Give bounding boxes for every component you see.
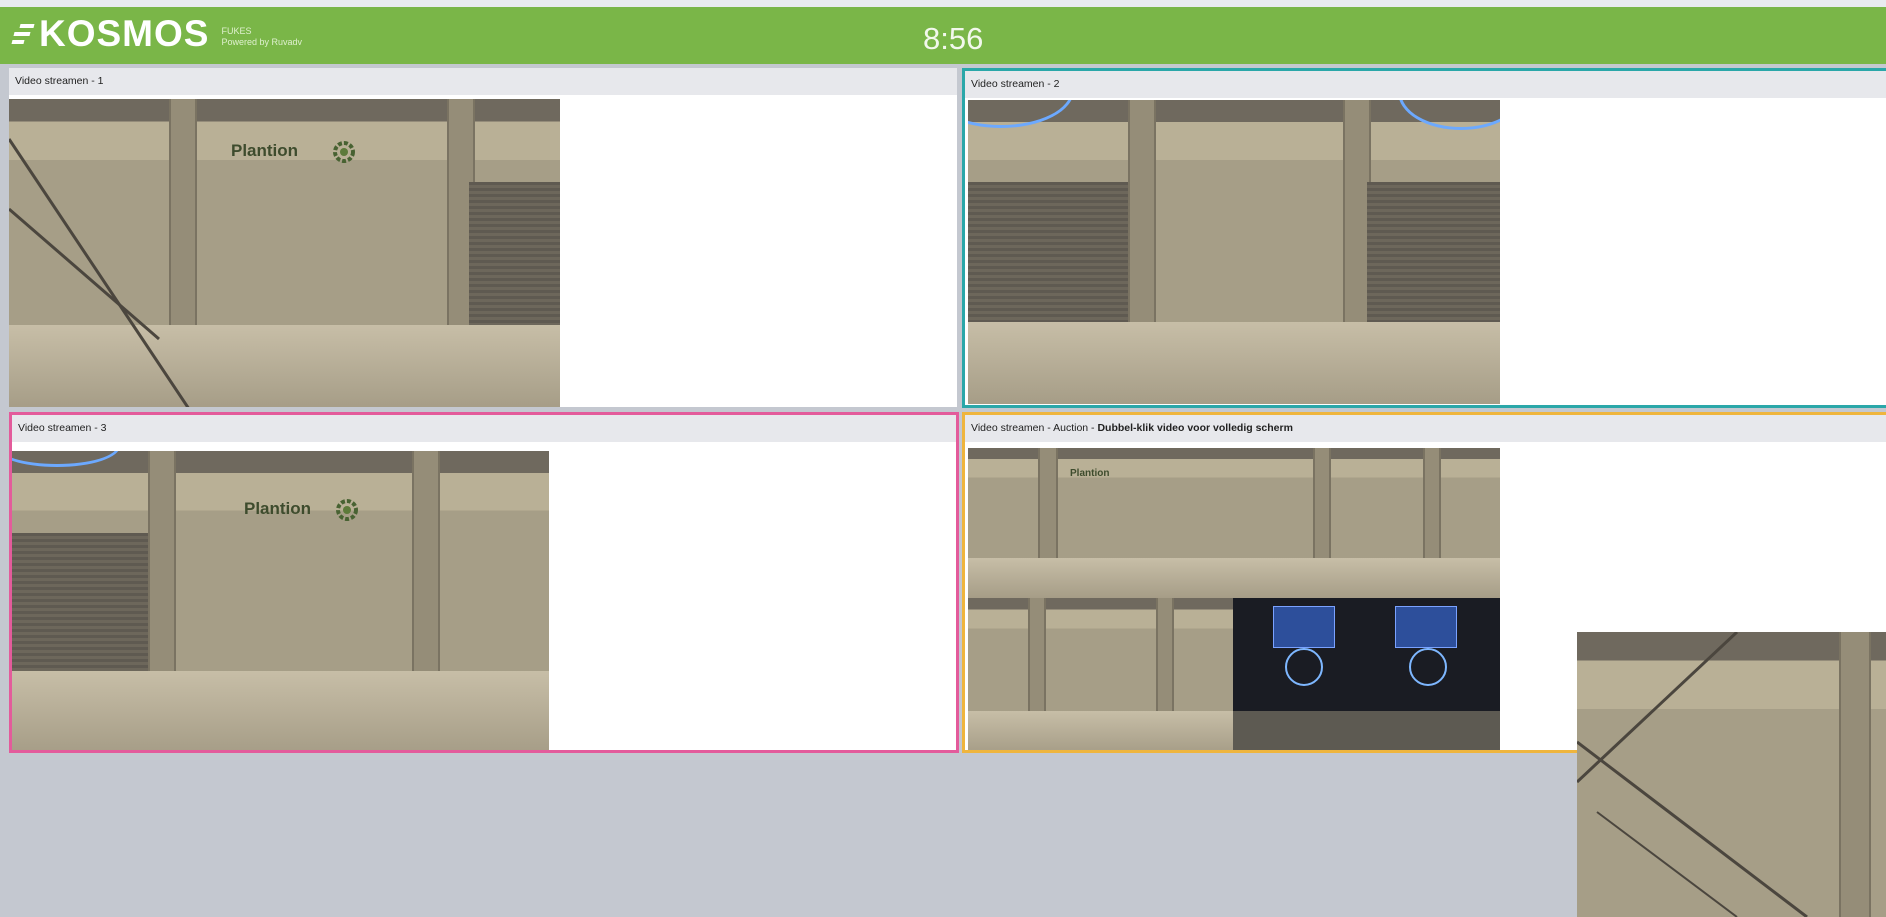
auction-feed-1[interactable]: Plantion: [968, 448, 1233, 598]
gear-icon: [336, 499, 358, 521]
brand-name: KOSMOS: [39, 13, 210, 54]
video-stream-3[interactable]: Plantion: [12, 451, 549, 750]
floating-video-preview[interactable]: [1577, 632, 1886, 917]
brand-subtitle: FUKES Powered by Ruvadv: [221, 26, 302, 48]
video-panel-2[interactable]: Video streamen - 2: [962, 68, 1886, 408]
clock: 8:56: [923, 21, 984, 56]
panel-title: Video streamen - 2: [965, 71, 1886, 98]
top-frame: [0, 0, 1886, 7]
auction-feed-4[interactable]: [1233, 598, 1500, 750]
auction-feed-3[interactable]: [968, 598, 1233, 750]
video-stream-1[interactable]: Plantion: [9, 99, 560, 407]
video-panel-1[interactable]: Video streamen - 1 Plantion: [9, 68, 957, 407]
auction-clock-screen-right: [1395, 606, 1457, 648]
auction-clock-screen-left: [1273, 606, 1335, 648]
panel-title: Video streamen - Auction - Dubbel-klik v…: [965, 415, 1886, 442]
panel-title-prefix: Video streamen - Auction -: [971, 422, 1098, 434]
video-stream-2[interactable]: [968, 100, 1500, 404]
header-bar: KOSMOS FUKES Powered by Ruvadv 8:56: [0, 7, 1886, 64]
kosmos-logo: KOSMOS FUKES Powered by Ruvadv: [11, 13, 302, 54]
kosmos-logo-icon: [11, 22, 37, 46]
panel-title: Video streamen - 3: [12, 415, 956, 442]
brand-subtitle-line-1: FUKES: [221, 25, 252, 36]
auction-clock-circle-left: [1285, 648, 1323, 686]
auction-clock-circle-right: [1409, 648, 1447, 686]
decorative-cross-lines: [9, 138, 190, 407]
plantion-sign: Plantion: [1070, 468, 1110, 479]
plantion-sign: Plantion: [244, 499, 312, 518]
decorative-cross-lines: [1577, 632, 1808, 917]
brand-subtitle-line-2: Powered by Ruvadv: [221, 36, 303, 47]
panel-title: Video streamen - 1: [9, 68, 957, 95]
auction-feed-2[interactable]: [1233, 448, 1500, 598]
video-panel-3[interactable]: Video streamen - 3 Plantion: [9, 412, 959, 753]
panel-title-hint: Dubbel-klik video voor volledig scherm: [1097, 422, 1293, 434]
